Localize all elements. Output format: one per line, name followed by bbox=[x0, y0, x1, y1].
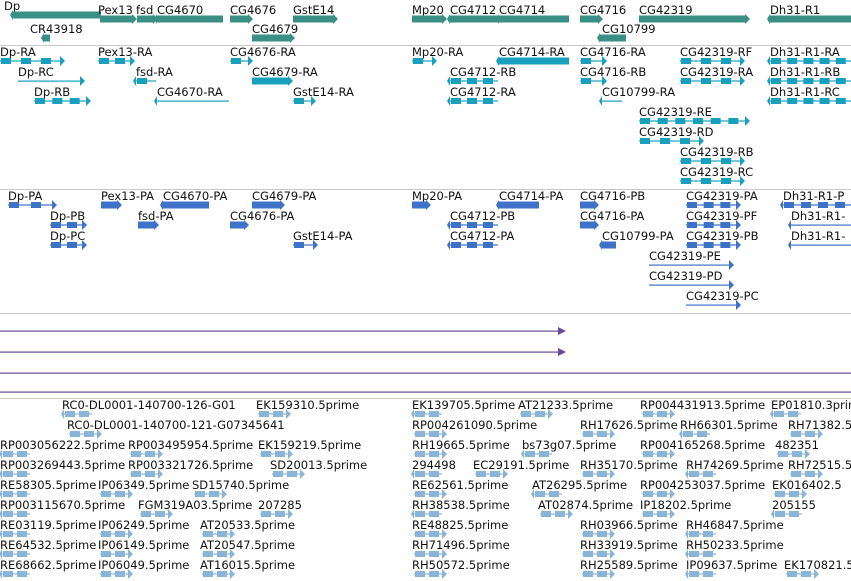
est-glyph[interactable] bbox=[537, 509, 573, 519]
gene-glyph[interactable] bbox=[409, 14, 447, 24]
gene-glyph[interactable] bbox=[496, 14, 574, 24]
est-glyph[interactable] bbox=[783, 569, 819, 579]
est-glyph[interactable] bbox=[579, 569, 615, 579]
gene-glyph[interactable] bbox=[597, 33, 631, 43]
protein-glyph[interactable] bbox=[599, 240, 621, 250]
est-glyph[interactable] bbox=[97, 569, 133, 579]
gene-glyph[interactable] bbox=[97, 14, 137, 24]
gene-glyph[interactable] bbox=[577, 14, 603, 24]
gene-glyph[interactable] bbox=[290, 14, 338, 24]
transcript-glyph[interactable] bbox=[95, 56, 135, 66]
gene-glyph[interactable] bbox=[10, 10, 106, 20]
transcript-glyph[interactable] bbox=[154, 96, 234, 106]
protein-glyph[interactable] bbox=[160, 200, 214, 210]
protein-glyph[interactable] bbox=[683, 300, 741, 310]
est-glyph[interactable] bbox=[685, 569, 721, 579]
protein-glyph[interactable] bbox=[447, 240, 503, 250]
gene-glyph[interactable] bbox=[227, 14, 253, 24]
protein-glyph[interactable] bbox=[47, 240, 87, 250]
est-glyph[interactable] bbox=[0, 569, 35, 579]
gene-glyph[interactable] bbox=[636, 14, 750, 24]
transcript-glyph[interactable] bbox=[767, 96, 851, 106]
protein-glyph[interactable] bbox=[788, 240, 851, 250]
est-glyph[interactable] bbox=[411, 569, 447, 579]
transcript-glyph[interactable] bbox=[249, 76, 293, 86]
transcript-glyph[interactable] bbox=[677, 176, 745, 186]
transcript-glyph[interactable] bbox=[227, 56, 253, 66]
gene-glyph[interactable] bbox=[767, 14, 851, 24]
alignment-line[interactable] bbox=[0, 387, 851, 397]
transcript-glyph[interactable] bbox=[599, 96, 627, 106]
alignment-line[interactable] bbox=[0, 326, 568, 336]
protein-glyph[interactable] bbox=[227, 220, 249, 230]
genes-label[interactable]: CR43918 bbox=[30, 23, 83, 36]
protein-glyph[interactable] bbox=[577, 220, 599, 230]
protein-glyph[interactable] bbox=[98, 200, 122, 210]
transcript-glyph[interactable] bbox=[447, 96, 503, 106]
alignment-line[interactable] bbox=[0, 368, 851, 378]
protein-glyph[interactable] bbox=[290, 240, 318, 250]
protein-glyph[interactable] bbox=[135, 220, 159, 230]
gene-glyph[interactable] bbox=[249, 33, 295, 43]
transcript-glyph[interactable] bbox=[31, 96, 91, 106]
genome-browser-tracks: Dp CR43918 Pex13 fsd CG4670 CG4676 CG4679 GstE1… bbox=[0, 0, 851, 581]
alignment-line[interactable] bbox=[0, 347, 568, 357]
gene-glyph[interactable] bbox=[41, 33, 55, 43]
gene-glyph[interactable] bbox=[447, 14, 503, 24]
transcript-glyph[interactable] bbox=[677, 76, 745, 86]
transcript-glyph[interactable] bbox=[409, 56, 437, 66]
protein-glyph[interactable] bbox=[409, 200, 431, 210]
est-glyph[interactable] bbox=[199, 569, 235, 579]
gene-glyph[interactable] bbox=[154, 14, 228, 24]
transcript-glyph[interactable] bbox=[290, 96, 316, 106]
